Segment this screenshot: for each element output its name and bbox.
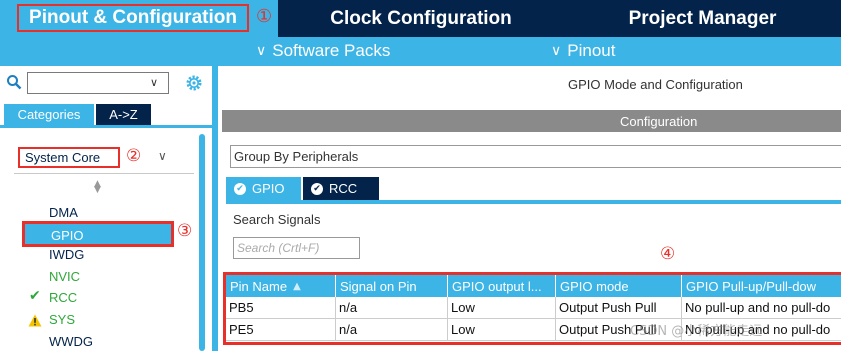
watermark: CSDN @小稀方能走远 (630, 324, 763, 339)
category-system-core[interactable]: System Core (18, 147, 120, 168)
search-signals-input[interactable]: Search (Crtl+F) (233, 237, 360, 259)
tab-project-manager[interactable]: Project Manager (564, 0, 841, 37)
tab-categories[interactable]: Categories (4, 104, 94, 125)
categories-panel: ∨ Categories A->Z System Core ② ∨ ▲ ▼ DMA… (0, 66, 212, 351)
annotation-marker-1: ① (256, 6, 273, 27)
tab-gpio[interactable]: ✔ GPIO (226, 177, 301, 200)
configuration-header: Configuration (222, 110, 841, 132)
peripheral-iwdg[interactable]: IWDG (49, 247, 84, 262)
table-cell: PE5 (226, 319, 336, 341)
peripheral-nvic[interactable]: NVIC (49, 269, 80, 284)
top-tab-bar: Pinout & Configuration ① Clock Configura… (0, 0, 841, 37)
search-row: ∨ (0, 66, 212, 101)
column-header-output-level[interactable]: GPIO output l... (448, 275, 556, 297)
sort-ascending-icon: ▲ (293, 280, 301, 292)
peripheral-gpio-label: GPIO (51, 228, 84, 243)
search-signals-label: Search Signals (233, 212, 321, 227)
tab-clock-configuration-label: Clock Configuration (330, 7, 512, 29)
group-by-select[interactable]: Group By Peripherals (230, 145, 841, 168)
pinout-menu-label: Pinout (567, 41, 616, 60)
chevron-down-icon[interactable]: ∨ (150, 76, 158, 89)
warning-icon (28, 314, 42, 327)
stm32cubemx-window: Pinout & Configuration ① Clock Configura… (0, 0, 841, 351)
table-header: Pin Name ▲ Signal on Pin GPIO output l..… (226, 275, 841, 297)
peripheral-dma[interactable]: DMA (49, 205, 78, 220)
tab-project-manager-label: Project Manager (628, 7, 777, 29)
tab-gpio-label: GPIO (252, 181, 285, 196)
annotation-marker-2: ② (126, 146, 142, 166)
column-header-signal[interactable]: Signal on Pin (336, 275, 448, 297)
check-icon: ✔ (29, 288, 41, 304)
sort-icon[interactable]: ▲ ▼ (94, 180, 101, 195)
chevron-down-icon: ∨ (256, 43, 267, 59)
table-cell: No pull-up and no pull-do (682, 297, 841, 319)
table-cell: n/a (336, 297, 448, 319)
annotation-marker-3: ③ (177, 221, 193, 241)
category-tabs: Categories A->Z (0, 104, 212, 128)
check-icon: ✔ (311, 182, 323, 195)
table-row[interactable]: PB5 n/a Low Output Push Pull No pull-up … (226, 297, 841, 319)
sub-menu-bar: ∨ Software Packs ∨ Pinout (0, 37, 841, 66)
annotation-marker-4: ④ (660, 244, 676, 264)
panel-title: GPIO Mode and Configuration (568, 76, 743, 92)
column-header-pull[interactable]: GPIO Pull-up/Pull-dow (682, 275, 841, 297)
pinout-menu[interactable]: ∨ Pinout (551, 41, 615, 61)
tab-pinout-configuration[interactable]: Pinout & Configuration (0, 0, 278, 37)
column-header-gpio-mode[interactable]: GPIO mode (556, 275, 682, 297)
chevron-down-icon[interactable]: ∨ (158, 149, 167, 163)
column-header-label: Pin Name (230, 278, 288, 294)
column-header-pin-name[interactable]: Pin Name ▲ (226, 275, 336, 297)
tab-rcc-label: RCC (329, 181, 358, 196)
tab-pinout-configuration-label: Pinout & Configuration (17, 4, 249, 32)
table-cell: Low (448, 297, 556, 319)
table-cell: Output Push Pull (556, 297, 682, 319)
divider (14, 173, 194, 174)
search-input[interactable] (27, 72, 169, 94)
table-cell: n/a (336, 319, 448, 341)
gpio-mode-panel: GPIO Mode and Configuration Configuratio… (218, 66, 841, 351)
tab-clock-configuration[interactable]: Clock Configuration (278, 0, 564, 37)
peripheral-rcc[interactable]: RCC (49, 290, 77, 305)
search-icon[interactable] (6, 74, 22, 90)
tab-rcc[interactable]: ✔ RCC (303, 177, 379, 200)
check-icon: ✔ (234, 182, 246, 195)
gear-icon[interactable] (185, 74, 203, 92)
table-cell: Low (448, 319, 556, 341)
software-packs-label: Software Packs (272, 41, 391, 60)
scrollbar[interactable] (199, 134, 205, 351)
chevron-down-icon: ∨ (551, 43, 562, 59)
tab-a-to-z[interactable]: A->Z (96, 104, 151, 125)
peripheral-tabs: ✔ GPIO ✔ RCC (226, 177, 841, 204)
peripheral-sys[interactable]: SYS (49, 312, 75, 327)
software-packs-menu[interactable]: ∨ Software Packs (256, 41, 390, 61)
peripheral-gpio[interactable]: GPIO (22, 221, 174, 247)
table-cell: PB5 (226, 297, 336, 319)
peripheral-wwdg[interactable]: WWDG (49, 334, 93, 349)
